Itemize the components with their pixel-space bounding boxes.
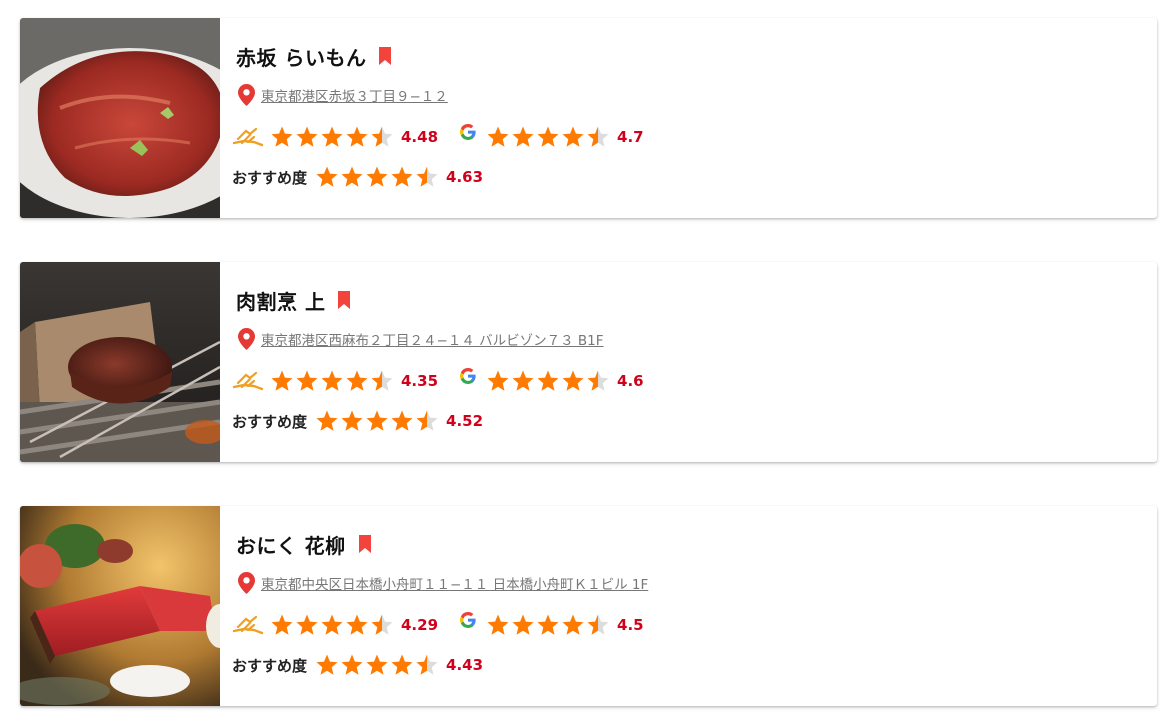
ratings-row: 4.48 4.7 bbox=[232, 123, 644, 151]
restaurant-photo[interactable] bbox=[20, 506, 220, 706]
star-icon bbox=[512, 126, 534, 147]
star-icon bbox=[537, 370, 559, 391]
restaurant-address[interactable]: 東京都港区赤坂３丁目９−１２ bbox=[261, 85, 448, 105]
tabelog-hand-icon bbox=[232, 615, 264, 635]
star-icon bbox=[366, 654, 388, 675]
star-icon bbox=[371, 614, 393, 635]
star-icon bbox=[346, 370, 368, 391]
star-icon bbox=[316, 410, 338, 431]
google-stars bbox=[486, 613, 611, 637]
restaurant-address[interactable]: 東京都中央区日本橋小舟町１１−１１ 日本橋小舟町Ｋ１ビル 1F bbox=[261, 573, 648, 593]
tabelog-score: 4.48 bbox=[401, 128, 439, 146]
star-icon bbox=[416, 166, 438, 187]
star-icon bbox=[321, 614, 343, 635]
star-icon bbox=[562, 614, 584, 635]
bookmark-icon[interactable] bbox=[337, 291, 351, 309]
star-icon bbox=[316, 654, 338, 675]
star-icon bbox=[296, 370, 318, 391]
star-icon bbox=[562, 370, 584, 391]
tabelog-hand-icon bbox=[232, 127, 264, 147]
star-icon bbox=[537, 614, 559, 635]
restaurant-list: 赤坂 らいもん 東京都港区赤坂３丁目９−１２ 4.48 4.7 おすすめ度 4.… bbox=[0, 0, 1170, 724]
restaurant-card[interactable]: 赤坂 らいもん 東京都港区赤坂３丁目９−１２ 4.48 4.7 おすすめ度 4.… bbox=[20, 18, 1157, 218]
google-score: 4.7 bbox=[617, 128, 644, 146]
star-icon bbox=[587, 370, 609, 391]
google-stars bbox=[486, 125, 611, 149]
star-icon bbox=[341, 654, 363, 675]
star-icon bbox=[296, 614, 318, 635]
restaurant-name[interactable]: 肉割烹 上 bbox=[236, 286, 325, 315]
google-score: 4.5 bbox=[617, 616, 644, 634]
restaurant-name[interactable]: 赤坂 らいもん bbox=[236, 42, 366, 71]
google-icon bbox=[460, 612, 476, 628]
star-icon bbox=[271, 370, 293, 391]
star-icon bbox=[512, 614, 534, 635]
restaurant-photo[interactable] bbox=[20, 262, 220, 462]
star-icon bbox=[341, 410, 363, 431]
tabelog-stars bbox=[270, 125, 395, 149]
restaurant-card[interactable]: おにく 花柳 東京都中央区日本橋小舟町１１−１１ 日本橋小舟町Ｋ１ビル 1F 4… bbox=[20, 506, 1157, 706]
location-pin-icon bbox=[238, 328, 255, 350]
restaurant-address[interactable]: 東京都港区西麻布２丁目２４−１４ バルビゾン７３ B1F bbox=[261, 329, 604, 349]
location-pin-icon bbox=[238, 572, 255, 594]
tabelog-score: 4.35 bbox=[401, 372, 439, 390]
recommend-stars bbox=[315, 653, 440, 677]
recommend-score: 4.52 bbox=[446, 412, 484, 430]
star-icon bbox=[366, 410, 388, 431]
restaurant-name[interactable]: おにく 花柳 bbox=[236, 530, 346, 559]
recommend-row: おすすめ度 4.52 bbox=[232, 407, 483, 435]
star-icon bbox=[346, 126, 368, 147]
star-icon bbox=[271, 614, 293, 635]
restaurant-card[interactable]: 肉割烹 上 東京都港区西麻布２丁目２４−１４ バルビゾン７３ B1F 4.35 … bbox=[20, 262, 1157, 462]
bookmark-icon[interactable] bbox=[358, 535, 372, 553]
star-icon bbox=[321, 370, 343, 391]
ratings-row: 4.35 4.6 bbox=[232, 367, 644, 395]
location-pin-icon bbox=[238, 84, 255, 106]
star-icon bbox=[512, 370, 534, 391]
google-icon bbox=[460, 124, 476, 140]
google-icon bbox=[460, 368, 476, 384]
recommend-label: おすすめ度 bbox=[232, 168, 308, 187]
star-icon bbox=[416, 654, 438, 675]
recommend-label: おすすめ度 bbox=[232, 656, 308, 675]
star-icon bbox=[391, 166, 413, 187]
star-icon bbox=[587, 126, 609, 147]
star-icon bbox=[391, 654, 413, 675]
star-icon bbox=[296, 126, 318, 147]
star-icon bbox=[371, 370, 393, 391]
star-icon bbox=[416, 410, 438, 431]
tabelog-stars bbox=[270, 613, 395, 637]
star-icon bbox=[562, 126, 584, 147]
recommend-score: 4.63 bbox=[446, 168, 484, 186]
star-icon bbox=[321, 126, 343, 147]
star-icon bbox=[346, 614, 368, 635]
star-icon bbox=[487, 126, 509, 147]
ratings-row: 4.29 4.5 bbox=[232, 611, 644, 639]
star-icon bbox=[341, 166, 363, 187]
recommend-row: おすすめ度 4.63 bbox=[232, 163, 483, 191]
recommend-label: おすすめ度 bbox=[232, 412, 308, 431]
star-icon bbox=[587, 614, 609, 635]
star-icon bbox=[316, 166, 338, 187]
recommend-stars bbox=[315, 165, 440, 189]
star-icon bbox=[366, 166, 388, 187]
star-icon bbox=[391, 410, 413, 431]
google-stars bbox=[486, 369, 611, 393]
recommend-stars bbox=[315, 409, 440, 433]
recommend-row: おすすめ度 4.43 bbox=[232, 651, 483, 679]
star-icon bbox=[537, 126, 559, 147]
star-icon bbox=[487, 614, 509, 635]
star-icon bbox=[371, 126, 393, 147]
tabelog-hand-icon bbox=[232, 371, 264, 391]
restaurant-photo[interactable] bbox=[20, 18, 220, 218]
star-icon bbox=[487, 370, 509, 391]
tabelog-score: 4.29 bbox=[401, 616, 439, 634]
tabelog-stars bbox=[270, 369, 395, 393]
star-icon bbox=[271, 126, 293, 147]
google-score: 4.6 bbox=[617, 372, 644, 390]
recommend-score: 4.43 bbox=[446, 656, 484, 674]
bookmark-icon[interactable] bbox=[378, 47, 392, 65]
